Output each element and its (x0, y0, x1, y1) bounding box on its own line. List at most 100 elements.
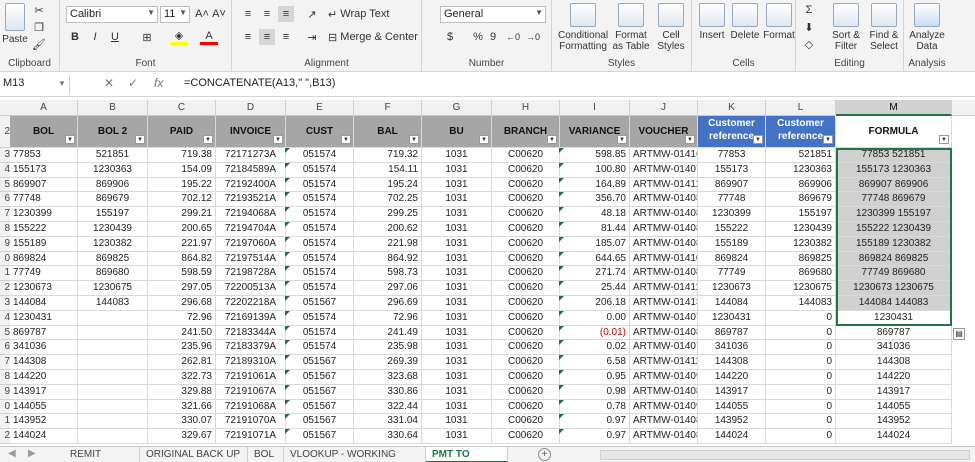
filter-dropdown-icon[interactable]: ▼ (617, 135, 627, 144)
enter-icon[interactable]: ✓ (128, 76, 138, 90)
cell-c[interactable]: 296.68 (148, 296, 216, 311)
cell-l[interactable]: 1230363 (766, 162, 836, 178)
cell-f[interactable]: 235.98 (354, 340, 422, 356)
column-header-e[interactable]: E (286, 100, 354, 116)
cell-e[interactable]: 051574 (286, 192, 354, 208)
cell-f[interactable]: 719.32 (354, 148, 422, 163)
cell-b[interactable]: 869679 (78, 192, 148, 208)
cell-e[interactable]: 051574 (286, 222, 354, 237)
cell-m[interactable]: 155189 1230382 (836, 236, 952, 252)
cell-j[interactable]: ARTMW-014115 (630, 177, 698, 193)
cell-h[interactable]: C00620 (492, 266, 560, 282)
cell-l[interactable]: 0 (766, 325, 836, 341)
cell-c[interactable]: 864.82 (148, 251, 216, 267)
cell-b[interactable]: 1230675 (78, 281, 148, 296)
cell-c[interactable]: 154.09 (148, 162, 216, 178)
cell-a[interactable]: 77748 (10, 192, 78, 208)
sheet-tab[interactable]: VLOOKUP - WORKING COPY (284, 447, 426, 462)
cell-b[interactable] (78, 325, 148, 341)
cell-h[interactable]: C00620 (492, 399, 560, 415)
cell-g[interactable]: 1031 (422, 370, 492, 385)
cell-h[interactable]: C00620 (492, 340, 560, 356)
cell-a[interactable]: 1230431 (10, 310, 78, 326)
conditional-formatting-button[interactable]: Conditional Formatting (558, 3, 608, 55)
cell-h[interactable]: C00620 (492, 296, 560, 311)
cell-m[interactable]: 869907 869906 (836, 177, 952, 193)
cell-m[interactable]: 77749 869680 (836, 266, 952, 282)
filter-dropdown-icon[interactable]: ▼ (479, 135, 489, 144)
cell-j[interactable]: ARTMW-014082 (630, 236, 698, 252)
cell-i[interactable]: 6.58 (560, 355, 630, 370)
cell-e[interactable]: 051567 (286, 414, 354, 430)
cell-a[interactable]: 77853 (10, 148, 78, 163)
cell-b[interactable]: 155197 (78, 207, 148, 222)
cell-g[interactable]: 1031 (422, 207, 492, 222)
cell-g[interactable]: 1031 (422, 296, 492, 311)
analyze-data-button[interactable]: Analyze Data (906, 3, 948, 55)
cell-m[interactable]: 869787 (836, 325, 952, 341)
cell-g[interactable]: 1031 (422, 399, 492, 415)
cell-l[interactable]: 869679 (766, 192, 836, 208)
cell-j[interactable]: ARTMW-014089 (630, 325, 698, 341)
paste-button[interactable]: Paste (2, 3, 28, 55)
row-header[interactable]: 5 (0, 177, 10, 193)
cell-d[interactable]: 72197514A (216, 251, 286, 267)
cell-g[interactable]: 1031 (422, 384, 492, 400)
header-cust[interactable]: CUST ▼ (286, 116, 354, 148)
filter-dropdown-icon[interactable]: ▼ (273, 135, 283, 144)
cell-d[interactable]: 72183344A (216, 325, 286, 341)
font-color-icon[interactable]: A (200, 29, 218, 45)
cell-c[interactable]: 329.88 (148, 384, 216, 400)
cell-m[interactable]: 144055 (836, 399, 952, 415)
shrink-font-button[interactable]: A˅ (211, 6, 227, 22)
align-bottom-icon[interactable]: ≡ (278, 6, 294, 22)
cell-h[interactable]: C00620 (492, 281, 560, 296)
cell-m[interactable]: 77853 521851 (836, 148, 952, 163)
cell-k[interactable]: 77748 (698, 192, 766, 208)
merge-center-button[interactable]: ⊟ Merge & Center (328, 29, 420, 45)
cell-c[interactable]: 702.12 (148, 192, 216, 208)
cell-a[interactable]: 144055 (10, 399, 78, 415)
cell-d[interactable]: 72169139A (216, 310, 286, 326)
header-formula[interactable]: FORMULA ▼ (836, 116, 952, 148)
cell-l[interactable]: 144083 (766, 296, 836, 311)
cell-h[interactable]: C00620 (492, 162, 560, 178)
align-left-icon[interactable]: ≡ (240, 29, 256, 45)
cell-c[interactable]: 330.07 (148, 414, 216, 430)
cell-g[interactable]: 1031 (422, 192, 492, 208)
cell-e[interactable]: 051574 (286, 266, 354, 282)
column-header-l[interactable]: L (766, 100, 836, 116)
cell-b[interactable]: 869680 (78, 266, 148, 282)
formula-input[interactable]: =CONCATENATE(A13," ",B13) (184, 77, 335, 89)
cell-j[interactable]: ARTMW-014078 (630, 310, 698, 326)
cell-l[interactable]: 0 (766, 384, 836, 400)
cell-l[interactable]: 1230439 (766, 222, 836, 237)
cell-a[interactable]: 143952 (10, 414, 78, 430)
cell-k[interactable]: 869787 (698, 325, 766, 341)
column-header-i[interactable]: I (560, 100, 630, 116)
row-header[interactable]: 0 (0, 251, 10, 267)
cell-f[interactable]: 330.86 (354, 384, 422, 400)
cell-i[interactable]: 598.85 (560, 148, 630, 163)
orientation-icon[interactable]: ↗ (304, 6, 320, 22)
header-bol[interactable]: BOL ▼ (10, 116, 78, 148)
cell-f[interactable]: 72.96 (354, 310, 422, 326)
cell-i[interactable]: 25.44 (560, 281, 630, 296)
cell-k[interactable]: 155173 (698, 162, 766, 178)
filter-dropdown-icon[interactable]: ▼ (203, 135, 213, 144)
cell-d[interactable]: 72197060A (216, 236, 286, 252)
cell-d[interactable]: 72192400A (216, 177, 286, 193)
cell-a[interactable]: 869907 (10, 177, 78, 193)
cell-h[interactable]: C00620 (492, 370, 560, 385)
cell-i[interactable]: 0.00 (560, 310, 630, 326)
header-customer-reference[interactable]: Customer reference ▼ (766, 116, 836, 148)
cell-b[interactable]: 869906 (78, 177, 148, 193)
cell-b[interactable]: 1230439 (78, 222, 148, 237)
cell-l[interactable]: 0 (766, 370, 836, 385)
cell-m[interactable]: 144024 (836, 429, 952, 444)
cell-c[interactable]: 322.73 (148, 370, 216, 385)
cell-l[interactable]: 869825 (766, 251, 836, 267)
cell-a[interactable]: 155222 (10, 222, 78, 237)
cell-l[interactable]: 0 (766, 399, 836, 415)
cell-m[interactable]: 1230399 155197 (836, 207, 952, 222)
